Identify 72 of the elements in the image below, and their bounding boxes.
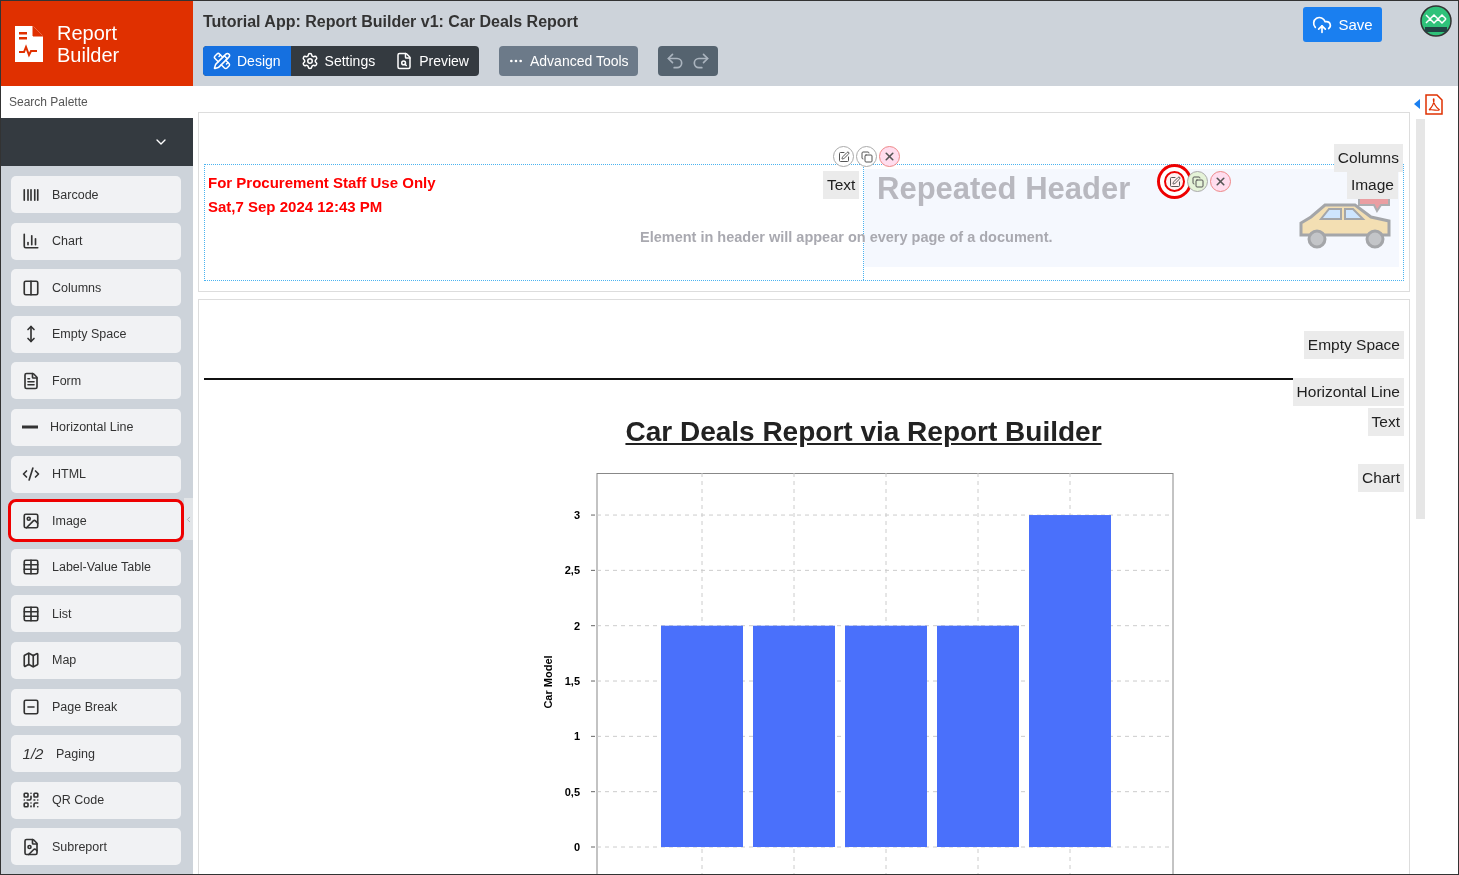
- close-icon: [1214, 175, 1227, 188]
- tick-label: 2,5: [564, 564, 580, 577]
- qr-code-icon: [22, 791, 40, 810]
- palette-item[interactable]: QR Code: [11, 781, 181, 819]
- document-image-icon: [22, 837, 40, 856]
- palette-item[interactable]: Horizontal Line: [11, 408, 181, 446]
- element-tag: Chart: [1358, 464, 1404, 492]
- close-icon: [883, 150, 896, 163]
- header-text: Sat,7 Sep 2024 12:43 PM: [208, 197, 383, 217]
- header-text: For Procurement Staff Use Only: [208, 173, 436, 193]
- palette-item[interactable]: Barcode: [11, 176, 181, 213]
- watermark-hint: Element in header will appear on every page of a document.: [640, 229, 1053, 245]
- bar-chart-icon: [22, 232, 40, 251]
- palette-item[interactable]: Empty Space: [11, 315, 181, 353]
- columns-icon: [22, 278, 40, 297]
- toolbar-tab[interactable]: Preview: [385, 46, 479, 76]
- tick-label: 2: [573, 619, 580, 632]
- minus-icon: [22, 425, 38, 430]
- document-icon: [22, 371, 40, 390]
- document-search-icon: [395, 52, 414, 70]
- palette-item[interactable]: HTML: [11, 455, 181, 493]
- element-tag: Text: [823, 171, 860, 199]
- report-title: Tutorial App: Report Builder v1: Car Deals Report: [203, 13, 579, 31]
- search-field[interactable]: Search Palette: [1, 86, 193, 118]
- axis-title: Car Model: [541, 655, 554, 709]
- report-heading: Car Deals Report via Report Builder: [625, 416, 1102, 449]
- palette-item[interactable]: Columns: [11, 269, 181, 307]
- collapse-handle[interactable]: [184, 498, 193, 540]
- avatar-icon[interactable]: [1420, 5, 1452, 37]
- palette-item[interactable]: Chart: [11, 222, 181, 260]
- element-tag: Text: [1367, 408, 1404, 436]
- edit-button[interactable]: [833, 146, 854, 167]
- pen-icon: [837, 150, 850, 163]
- table-icon: [22, 558, 40, 577]
- copy-icon: [860, 150, 873, 163]
- element-tag: Empty Space: [1303, 331, 1404, 359]
- palette-item[interactable]: Map: [11, 641, 181, 679]
- map-icon: [22, 651, 40, 670]
- table-icon: [22, 604, 40, 623]
- pen-icon: [1168, 175, 1181, 188]
- cloud-upload-icon: [1312, 14, 1333, 35]
- palette-item[interactable]: List: [11, 595, 181, 633]
- save-button[interactable]: Save: [1303, 7, 1382, 42]
- report-logo-icon: [13, 23, 45, 64]
- watermark-text: Repeated Header: [877, 171, 1131, 207]
- image-icon: [22, 511, 40, 530]
- palette-item[interactable]: Label-Value Table: [11, 548, 181, 586]
- copy-icon: [1191, 175, 1204, 188]
- element-tag: Horizontal Line: [1292, 378, 1404, 406]
- palette-item[interactable]: 1/2 Paging: [11, 735, 181, 773]
- tick-label: 1: [573, 730, 580, 743]
- toolbar-tab[interactable]: Settings: [290, 46, 386, 76]
- pdf-icon[interactable]: [1412, 93, 1444, 115]
- delete-button[interactable]: [879, 146, 900, 167]
- code-icon: [22, 465, 40, 484]
- element-tag: Columns: [1333, 144, 1403, 172]
- advanced-tools-button[interactable]: Advanced Tools: [499, 46, 638, 76]
- app-name: Report Builder: [57, 21, 121, 66]
- settings-icon: [300, 52, 319, 70]
- fraction-glyph: 1/2: [22, 745, 44, 763]
- pencil-ruler-icon: [213, 52, 231, 70]
- palette-item[interactable]: Page Break: [11, 688, 181, 726]
- palette-item[interactable]: Form: [11, 362, 181, 400]
- toolbar-tab[interactable]: Design: [203, 46, 291, 76]
- palette-item[interactable]: Image: [11, 502, 181, 540]
- palette-item[interactable]: Subreport: [11, 828, 181, 866]
- minus-square-icon: [22, 698, 40, 717]
- tick-label: 1,5: [564, 675, 580, 687]
- tick-label: 0: [573, 841, 580, 853]
- tick-label: 0,5: [564, 785, 580, 798]
- element-tag: Image: [1346, 171, 1398, 199]
- tick-label: 3: [573, 509, 580, 522]
